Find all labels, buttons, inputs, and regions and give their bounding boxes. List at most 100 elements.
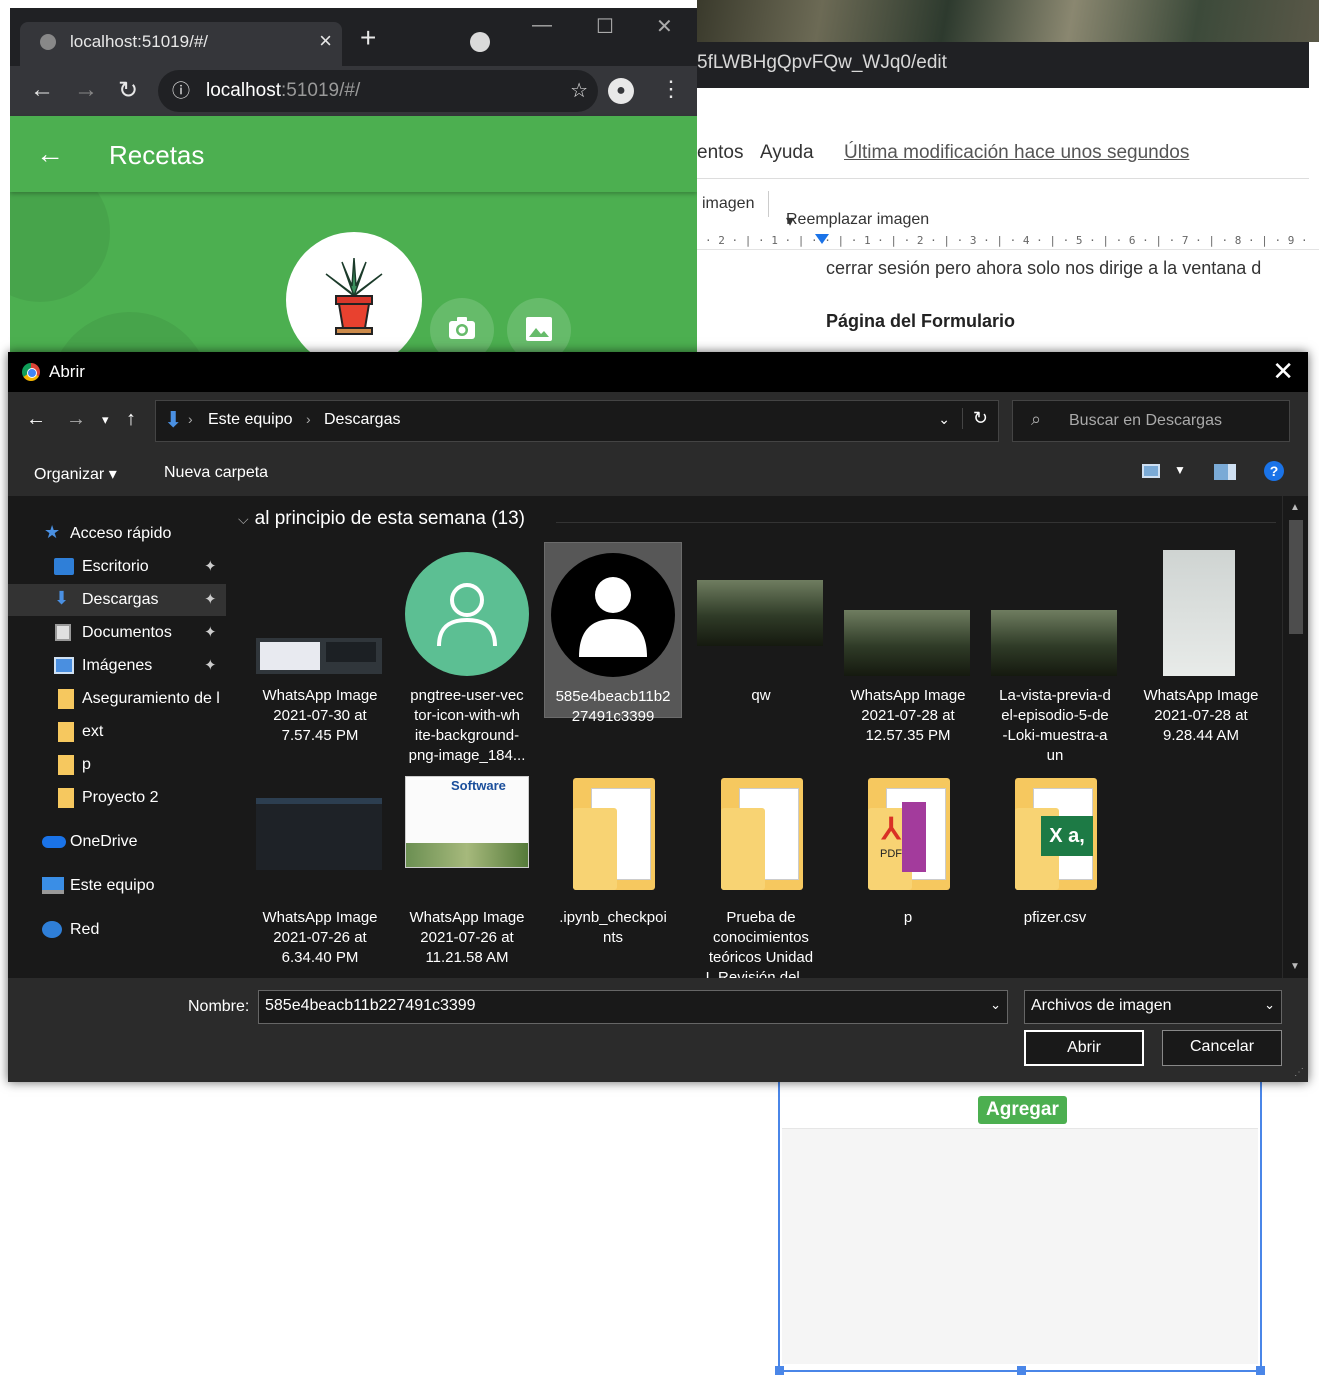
caret-down-icon[interactable]: ▼ <box>1174 463 1186 477</box>
pin-icon[interactable]: ✦ <box>204 557 217 575</box>
resize-handle[interactable] <box>1256 1366 1265 1375</box>
pin-icon[interactable]: ✦ <box>204 656 217 674</box>
sidebar-item-pictures[interactable]: Imágenes ✦ <box>8 650 226 682</box>
maximize-icon[interactable]: ☐ <box>596 14 614 39</box>
resize-grip-icon[interactable]: ⋰ <box>1294 1067 1304 1078</box>
sidebar-item-downloads[interactable]: ⬇ Descargas ✦ <box>8 584 226 616</box>
back-arrow-icon[interactable]: ← <box>36 138 64 170</box>
file-item[interactable]: WhatsApp Image 2021-07-30 at 7.57.45 PM <box>251 546 389 746</box>
scrollbar-thumb[interactable] <box>1289 520 1303 634</box>
breadcrumb-chevron-icon[interactable]: › <box>306 411 311 427</box>
browser-tab[interactable]: localhost:51019/#/ × <box>20 22 342 66</box>
preview-pane-icon[interactable] <box>1214 464 1236 480</box>
file-item[interactable]: ⅄ PDF p <box>839 768 977 928</box>
chevron-down-icon[interactable]: ⌄ <box>990 997 1001 1013</box>
image-preview-area <box>782 1128 1258 1364</box>
kebab-menu-icon[interactable]: ⋮ <box>660 76 682 102</box>
sidebar-item-network[interactable]: Red <box>8 914 226 946</box>
folder-icon <box>58 788 74 808</box>
breadcrumb-chevron-icon[interactable]: › <box>188 411 193 427</box>
reload-icon[interactable]: ↻ <box>118 76 138 105</box>
breadcrumb-downloads[interactable]: Descargas <box>324 411 400 429</box>
scroll-down-icon[interactable]: ▼ <box>1290 961 1300 972</box>
sidebar-item-documents[interactable]: Documentos ✦ <box>8 617 226 649</box>
filename-input[interactable]: 585e4beacb11b227491c3399 ⌄ <box>258 990 1008 1024</box>
file-item[interactable]: Prueba de conocimientos teóricos Unidad I_R… <box>692 768 830 978</box>
organize-menu[interactable]: Organizar ▾ <box>34 464 117 484</box>
up-arrow-icon[interactable]: ↑ <box>126 408 136 431</box>
resize-handle[interactable] <box>775 1366 784 1375</box>
chevron-down-icon[interactable]: ⌄ <box>938 411 950 428</box>
cloud-icon <box>42 836 66 848</box>
file-item[interactable]: La-vista-previa-d el-episodio-5-de -Loki-m… <box>986 546 1124 766</box>
camera-button[interactable] <box>430 298 494 352</box>
pin-icon[interactable]: ✦ <box>204 590 217 608</box>
docs-ruler[interactable]: · 2 · | · 1 · | · · | · 1 · | · 2 · | · … <box>697 232 1319 250</box>
gallery-button[interactable] <box>507 298 571 352</box>
view-options-icon[interactable] <box>1142 464 1160 478</box>
group-header[interactable]: ⌵ al principio de esta semana (13) <box>238 508 525 530</box>
scrollbar[interactable]: ▲ ▼ <box>1282 496 1308 978</box>
file-item[interactable]: pngtree-user-vec tor-icon-with-wh ite-back… <box>398 546 536 766</box>
last-modified-link[interactable]: Última modificación hace unos segundos <box>844 142 1189 164</box>
potted-plant-icon <box>325 257 383 335</box>
back-arrow-icon[interactable]: ← <box>30 76 54 104</box>
desktop-icon <box>54 558 74 575</box>
address-bar[interactable]: ⓘ localhost:51019/#/ ☆ <box>158 70 598 112</box>
file-item[interactable]: WhatsApp Image 2021-07-28 at 9.28.44 AM <box>1132 546 1270 746</box>
chevron-down-icon[interactable]: ⌵ <box>238 511 249 527</box>
new-tab-icon[interactable]: + <box>360 22 376 54</box>
sidebar-item-folder-aseguramiento[interactable]: Aseguramiento de l <box>8 683 226 715</box>
open-button[interactable]: Abrir <box>1024 1030 1144 1066</box>
minimize-icon[interactable]: — <box>532 14 552 37</box>
file-item[interactable]: Software WhatsApp Image 2021-07-26 at 11.2… <box>398 768 536 968</box>
bookmark-star-icon[interactable]: ☆ <box>570 70 588 112</box>
recent-locations-icon[interactable]: ▾ <box>102 412 109 428</box>
menu-help[interactable]: Ayuda <box>760 142 814 164</box>
close-tab-icon[interactable]: × <box>319 28 332 54</box>
file-item[interactable]: qw <box>692 546 830 706</box>
resize-handle[interactable] <box>1017 1366 1026 1375</box>
info-icon[interactable]: ⓘ <box>172 70 190 112</box>
docs-url-bar[interactable]: 5fLWBHgQpvFQw_WJq0/edit <box>697 42 1309 88</box>
menu-partial[interactable]: entos <box>697 142 743 164</box>
search-input[interactable]: ⌕ Buscar en Descargas <box>1012 400 1290 442</box>
profile-icon[interactable]: ● <box>608 78 634 104</box>
pin-icon[interactable]: ✦ <box>204 623 217 641</box>
sidebar-item-folder-ext[interactable]: ext <box>8 716 226 748</box>
new-folder-button[interactable]: Nueva carpeta <box>164 464 268 482</box>
file-item[interactable]: WhatsApp Image 2021-07-26 at 6.34.40 PM <box>251 768 389 968</box>
file-item[interactable]: .ipynb_checkpoi nts <box>544 768 682 948</box>
recipe-avatar[interactable] <box>286 232 422 352</box>
address-bar[interactable]: ⬇ › Este equipo › Descargas ⌄ ↻ <box>155 400 999 442</box>
help-icon[interactable]: ? <box>1264 461 1284 481</box>
file-item[interactable]: X a, pfizer.csv <box>986 768 1124 928</box>
agregar-button[interactable]: Agregar <box>978 1096 1067 1124</box>
image-options-button[interactable]: imagen <box>702 195 754 213</box>
breadcrumb-this-pc[interactable]: Este equipo <box>208 411 293 429</box>
refresh-icon[interactable]: ↻ <box>961 408 988 429</box>
forward-arrow-icon[interactable]: → <box>66 408 86 431</box>
chevron-down-icon[interactable]: ⌄ <box>1264 997 1275 1013</box>
file-list[interactable]: ⌵ al principio de esta semana (13) WhatsA… <box>226 496 1282 978</box>
close-window-icon[interactable]: ✕ <box>656 14 673 39</box>
sidebar-item-folder-proyecto-2[interactable]: Proyecto 2 <box>8 782 226 814</box>
sidebar-item-quick-access[interactable]: ★ Acceso rápido <box>8 518 226 550</box>
selected-image-frame[interactable]: Agregar <box>775 1082 1265 1375</box>
sidebar-item-desktop[interactable]: Escritorio ✦ <box>8 551 226 583</box>
sidebar-item-onedrive[interactable]: OneDrive <box>8 826 226 858</box>
sidebar-item-folder-p[interactable]: p <box>8 749 226 781</box>
navigation-pane: ★ Acceso rápido Escritorio ✦ ⬇ Descargas… <box>8 496 226 978</box>
cancel-button[interactable]: Cancelar <box>1162 1030 1282 1066</box>
file-item[interactable]: WhatsApp Image 2021-07-28 at 12.57.35 PM <box>839 546 977 746</box>
folder-icon <box>549 772 677 900</box>
scroll-up-icon[interactable]: ▲ <box>1290 502 1300 513</box>
tab-search-icon[interactable] <box>470 32 490 52</box>
forward-arrow-icon[interactable]: → <box>74 76 98 104</box>
file-type-select[interactable]: Archivos de imagen ⌄ <box>1024 990 1282 1024</box>
sidebar-item-this-pc[interactable]: Este equipo <box>8 870 226 902</box>
back-arrow-icon[interactable]: ← <box>26 408 46 431</box>
file-item-selected[interactable]: 585e4beacb11b2 27491c3399 <box>544 542 682 725</box>
close-icon[interactable]: ✕ <box>1272 356 1294 387</box>
excel-icon: X a, <box>1041 816 1093 856</box>
